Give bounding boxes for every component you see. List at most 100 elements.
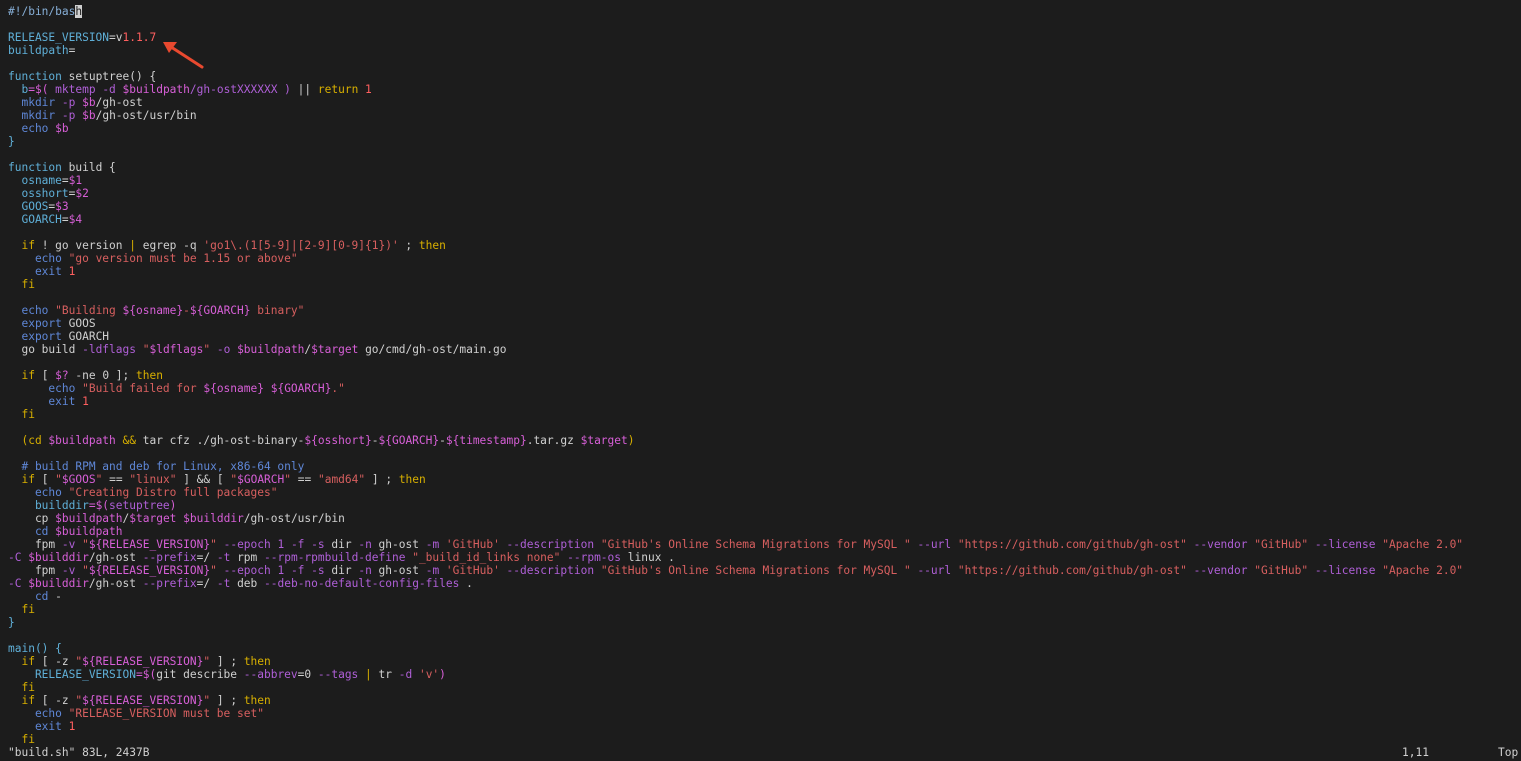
code-token: $4 [68, 213, 83, 226]
code-token: -n [358, 564, 379, 577]
code-line[interactable]: cd - [8, 590, 1521, 603]
code-line[interactable]: fi [8, 733, 1521, 746]
code-line[interactable]: function setuptree() { [8, 70, 1521, 83]
code-line[interactable] [8, 148, 1521, 161]
code-line[interactable]: echo "Build failed for ${osname} ${GOARC… [8, 382, 1521, 395]
code-token: --vendor [1186, 564, 1255, 577]
code-line[interactable]: cp $buildpath/$target $builddir/gh-ost/u… [8, 512, 1521, 525]
code-token: - [371, 434, 379, 447]
status-cursor-position: 1,11 [1402, 746, 1429, 759]
code-token: mkdir [8, 109, 62, 122]
code-line[interactable]: RELEASE_VERSION=v1.1.7 [8, 31, 1521, 44]
code-line[interactable]: (cd $buildpath && tar cfz ./gh-ost-binar… [8, 434, 1521, 447]
code-token: } [8, 616, 15, 629]
code-line[interactable]: echo "RELEASE_VERSION must be set" [8, 707, 1521, 720]
code-line[interactable]: mkdir -p $b/gh-ost [8, 96, 1521, 109]
code-line[interactable]: builddir=$(setuptree) [8, 499, 1521, 512]
code-line[interactable]: -C $builddir/gh-ost --prefix=/ -t rpm --… [8, 551, 1521, 564]
code-line[interactable]: if [ $? -ne 0 ]; then [8, 369, 1521, 382]
code-token: " [203, 343, 217, 356]
code-token: ${timestamp} [445, 434, 527, 447]
code-line[interactable]: GOOS=$3 [8, 200, 1521, 213]
code-line[interactable]: buildpath= [8, 44, 1521, 57]
code-token: fi [8, 408, 35, 421]
code-line[interactable]: RELEASE_VERSION=$(git describe --abbrev=… [8, 668, 1521, 681]
code-line[interactable] [8, 356, 1521, 369]
code-line[interactable]: fi [8, 408, 1521, 421]
code-token: --abbrev [243, 668, 298, 681]
code-token: GOOS [8, 200, 49, 213]
code-token: /gh-ost/usr/bin [243, 512, 345, 525]
code-token: $buildpath [237, 343, 305, 356]
code-line[interactable] [8, 18, 1521, 31]
code-token: linux . [627, 551, 675, 564]
code-token: -ldflags [82, 343, 143, 356]
code-line[interactable]: export GOARCH [8, 330, 1521, 343]
vim-editor-buffer[interactable]: #!/bin/bash RELEASE_VERSION=v1.1.7 buildp… [8, 5, 1521, 746]
code-line[interactable]: echo "go version must be 1.15 or above" [8, 252, 1521, 265]
code-line[interactable]: go build -ldflags "$ldflags" -o $buildpa… [8, 343, 1521, 356]
code-line[interactable]: echo "Building ${osname}-${GOARCH} binar… [8, 304, 1521, 317]
code-line[interactable]: osname=$1 [8, 174, 1521, 187]
code-line[interactable]: echo $b [8, 122, 1521, 135]
code-token: - [439, 434, 446, 447]
code-token: return [317, 83, 359, 96]
code-token: cp [8, 512, 56, 525]
code-line[interactable]: echo "Creating Distro full packages" [8, 486, 1521, 499]
code-line[interactable]: if [ "$GOOS" == "linux" ] && [ "$GOARCH"… [8, 473, 1521, 486]
code-token: osname [8, 174, 62, 187]
code-token: 'GitHub' [445, 538, 500, 551]
code-line[interactable]: } [8, 616, 1521, 629]
code-token: cd [8, 590, 56, 603]
code-line[interactable] [8, 57, 1521, 70]
code-line[interactable]: fi [8, 681, 1521, 694]
code-line[interactable]: #!/bin/bash [8, 5, 1521, 18]
code-line[interactable]: if [ -z "${RELEASE_VERSION}" ] ; then [8, 655, 1521, 668]
code-line[interactable] [8, 226, 1521, 239]
code-line[interactable]: } [8, 135, 1521, 148]
code-line[interactable]: exit 1 [8, 395, 1521, 408]
code-token: -n [358, 538, 379, 551]
code-line[interactable]: fi [8, 603, 1521, 616]
code-token: "https://github.com/github/gh-ost" [957, 564, 1187, 577]
code-token: = [68, 44, 76, 57]
code-line[interactable]: mkdir -p $b/gh-ost/usr/bin [8, 109, 1521, 122]
code-line[interactable]: function build { [8, 161, 1521, 174]
code-line[interactable]: GOARCH=$4 [8, 213, 1521, 226]
code-line[interactable]: fpm -v "${RELEASE_VERSION}" --epoch 1 -f… [8, 564, 1521, 577]
code-token: /gh-ost [88, 551, 143, 564]
code-token: | [129, 239, 143, 252]
code-token: setuptree [109, 499, 170, 512]
code-line[interactable]: # build RPM and deb for Linux, x86-64 on… [8, 460, 1521, 473]
code-token: -v [61, 564, 83, 577]
code-line[interactable]: if ! go version | egrep -q 'go1\.(1[5-9]… [8, 239, 1521, 252]
code-line[interactable]: exit 1 [8, 265, 1521, 278]
code-line[interactable]: export GOOS [8, 317, 1521, 330]
code-line[interactable] [8, 291, 1521, 304]
code-token: "GitHub's Online Schema Migrations for M… [600, 538, 911, 551]
code-line[interactable]: osshort=$2 [8, 187, 1521, 200]
code-line[interactable] [8, 447, 1521, 460]
code-token: == [291, 473, 318, 486]
code-token: exit [8, 395, 83, 408]
code-line[interactable]: if [ -z "${RELEASE_VERSION}" ] ; then [8, 694, 1521, 707]
code-line[interactable]: main() { [8, 642, 1521, 655]
code-token: ${RELEASE_VERSION} [82, 655, 204, 668]
code-token: } [8, 135, 15, 148]
code-token: -t [216, 551, 238, 564]
code-line[interactable]: fpm -v "${RELEASE_VERSION}" --epoch 1 -f… [8, 538, 1521, 551]
code-token: gh-ost [378, 538, 426, 551]
code-line[interactable]: fi [8, 278, 1521, 291]
code-line[interactable]: cd $buildpath [8, 525, 1521, 538]
code-line[interactable]: exit 1 [8, 720, 1521, 733]
code-token: 'go1\.(1[5-9]|[2-9][0-9]{1})' [203, 239, 399, 252]
code-token: " [55, 473, 62, 486]
code-token: echo [8, 252, 69, 265]
code-line[interactable] [8, 421, 1521, 434]
code-line[interactable]: -C $builddir/gh-ost --prefix=/ -t deb --… [8, 577, 1521, 590]
code-line[interactable]: b=$( mktemp -d $buildpath/gh-ostXXXXXX )… [8, 83, 1521, 96]
code-token: exit [8, 265, 69, 278]
code-token: -m [425, 538, 446, 551]
code-line[interactable] [8, 629, 1521, 642]
code-token: --url [910, 538, 958, 551]
